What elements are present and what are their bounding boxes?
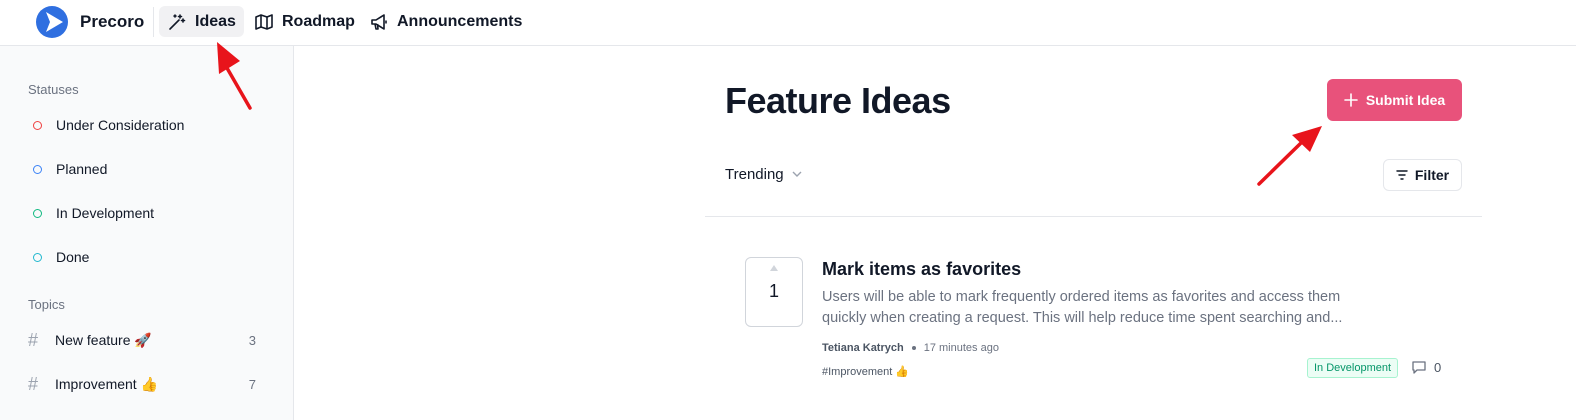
idea-time: 17 minutes ago — [923, 342, 999, 354]
sort-dropdown[interactable]: Trending — [725, 166, 802, 183]
magic-wand-icon — [169, 13, 186, 30]
comment-count: 0 — [1434, 360, 1442, 375]
top-navigation-bar: Precoro Ideas Roadmap Announcements — [0, 0, 1576, 46]
nav-roadmap[interactable]: Roadmap — [246, 6, 363, 37]
idea-meta: Tetiana Katrych 17 minutes ago — [822, 342, 999, 354]
plus-icon — [1344, 93, 1358, 107]
hash-icon: # — [28, 330, 39, 350]
nav-announcements[interactable]: Announcements — [361, 6, 530, 37]
idea-author: Tetiana Katrych — [822, 342, 904, 354]
status-dot-icon — [33, 164, 42, 174]
upvote-arrow-icon — [770, 265, 778, 271]
filter-button[interactable]: Filter — [1383, 159, 1462, 191]
status-label: In Development — [56, 205, 155, 221]
status-done[interactable]: Done — [28, 243, 268, 271]
topic-improvement[interactable]: # Improvement 👍 7 — [28, 370, 268, 398]
precoro-logo[interactable] — [35, 5, 69, 39]
topics-heading: Topics — [28, 297, 65, 312]
topic-label: Improvement 👍 — [55, 375, 159, 392]
brand-name[interactable]: Precoro — [80, 12, 144, 32]
content-divider — [705, 216, 1482, 217]
status-planned[interactable]: Planned — [28, 155, 268, 183]
status-under-consideration[interactable]: Under Consideration — [28, 111, 268, 139]
nav-divider — [153, 7, 154, 37]
filter-label: Filter — [1414, 167, 1450, 183]
comment-icon — [1412, 361, 1426, 374]
sort-label: Trending — [725, 166, 784, 183]
nav-roadmap-label: Roadmap — [282, 12, 355, 30]
topic-count: 7 — [248, 376, 256, 392]
idea-description: Users will be able to mark frequently or… — [822, 289, 1343, 326]
annotation-arrow-submit — [1257, 126, 1322, 186]
status-label: Done — [56, 249, 90, 265]
submit-idea-button[interactable]: Submit Idea — [1327, 79, 1462, 121]
statuses-heading: Statuses — [28, 82, 79, 97]
hash-icon: # — [28, 374, 39, 394]
upvote-button[interactable]: 1 — [745, 257, 803, 327]
status-in-development[interactable]: In Development — [28, 199, 268, 227]
chevron-down-icon — [792, 171, 802, 177]
map-icon — [255, 13, 273, 30]
nav-ideas[interactable]: Ideas — [159, 6, 244, 37]
submit-idea-label: Submit Idea — [1365, 92, 1446, 108]
idea-title[interactable]: Mark items as favorites — [822, 259, 1021, 280]
sidebar: Statuses Under Consideration Planned In … — [0, 46, 294, 420]
topic-count: 3 — [248, 332, 256, 348]
status-label: Planned — [56, 161, 108, 177]
status-dot-icon — [33, 208, 42, 218]
vote-count: 1 — [768, 281, 779, 301]
nav-ideas-label: Ideas — [195, 12, 236, 30]
status-dot-icon — [33, 120, 42, 130]
megaphone-icon — [371, 13, 387, 30]
bullet-separator — [911, 346, 916, 350]
topic-label: New feature 🚀 — [55, 331, 152, 348]
topic-new-feature[interactable]: # New feature 🚀 3 — [28, 326, 268, 354]
idea-topic-tag[interactable]: #Improvement 👍 — [822, 365, 909, 378]
page-title: Feature Ideas — [725, 80, 951, 121]
nav-announcements-label: Announcements — [397, 12, 523, 30]
comments-button[interactable]: 0 — [1412, 360, 1441, 375]
filter-icon — [1396, 170, 1408, 180]
status-dot-icon — [33, 252, 42, 262]
status-badge: In Development — [1307, 358, 1399, 378]
status-label: Under Consideration — [56, 117, 185, 133]
